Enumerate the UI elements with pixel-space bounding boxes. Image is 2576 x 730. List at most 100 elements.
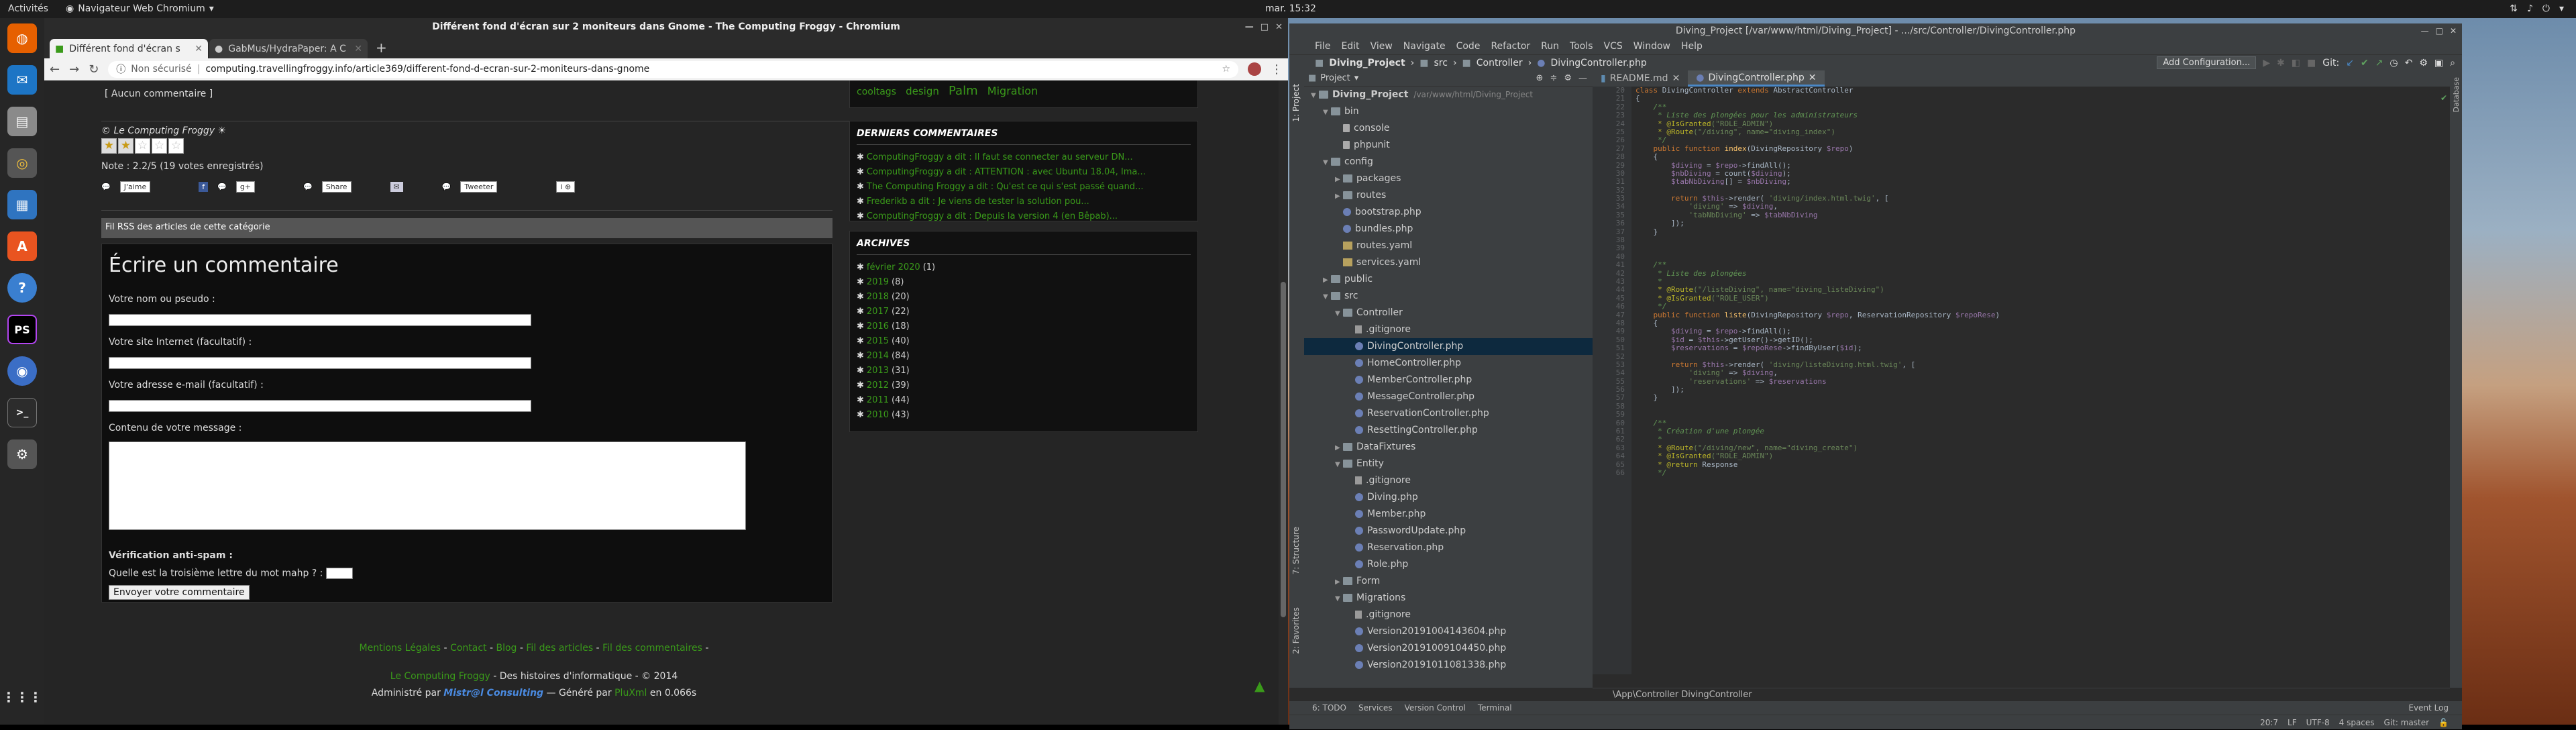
- project-view-selector[interactable]: Project: [1320, 73, 1350, 83]
- event-log-tab[interactable]: Event Log: [2408, 701, 2462, 715]
- chevron-down-icon[interactable]: ▼: [1335, 456, 1343, 473]
- minimize-icon[interactable]: —: [2421, 23, 2429, 38]
- tree-item[interactable]: ▶ public: [1304, 271, 1593, 288]
- comment-item[interactable]: ✱ ComputingFroggy a dit : Depuis la versi…: [857, 209, 1191, 224]
- app-menu[interactable]: ◉ Navigateur Web Chromium ▾: [66, 3, 214, 14]
- breadcrumb-item[interactable]: DivingController.php: [1550, 58, 1646, 68]
- tree-item[interactable]: ▼ bin: [1304, 103, 1593, 120]
- archive-link[interactable]: 2010: [867, 410, 889, 420]
- google-plus-button[interactable]: g+: [235, 181, 256, 193]
- tab-active[interactable]: ■ Différent fond d'écran s ✕: [50, 39, 208, 58]
- code-breadcrumb[interactable]: \App\Controller DivingController: [1593, 688, 2450, 701]
- ide-title-bar[interactable]: Diving_Project [/var/www/html/Diving_Pro…: [1289, 23, 2462, 38]
- comment-link[interactable]: The Computing Froggy a dit : Qu'est ce q…: [867, 182, 1144, 192]
- archive-item[interactable]: ✱ 2010 (43): [857, 408, 1191, 423]
- show-apps-icon[interactable]: ⋮⋮⋮: [2, 682, 42, 712]
- locate-icon[interactable]: ⊕: [1536, 73, 1544, 83]
- phpstorm-icon[interactable]: PS: [7, 315, 37, 344]
- archive-link[interactable]: 2013: [867, 366, 889, 376]
- rss-link[interactable]: Fil RSS des articles de cette catégorie: [101, 218, 833, 238]
- tree-item[interactable]: ▼ Migrations: [1304, 590, 1593, 607]
- antispam-input[interactable]: [325, 568, 353, 579]
- breadcrumb-item[interactable]: Controller: [1477, 58, 1523, 68]
- hide-icon[interactable]: —: [1578, 73, 1587, 83]
- name-input[interactable]: [109, 314, 531, 326]
- archive-link[interactable]: 2015: [867, 336, 889, 346]
- editor-tab-readme[interactable]: ▮ README.md ✕: [1593, 70, 1688, 87]
- code-area[interactable]: class DivingController extends AbstractC…: [1635, 87, 2440, 674]
- new-tab-button[interactable]: +: [369, 40, 394, 58]
- scrollbar-thumb[interactable]: [1281, 282, 1286, 617]
- tree-item[interactable]: Version20191004143604.php: [1304, 623, 1593, 640]
- thunderbird-icon[interactable]: ✉: [7, 65, 37, 95]
- chromium-icon[interactable]: ◉: [7, 356, 37, 386]
- close-icon[interactable]: ✕: [2450, 23, 2457, 38]
- terminal-icon[interactable]: >_: [7, 398, 37, 427]
- comment-item[interactable]: ✱ ComputingFroggy a dit : ATTENTION : ave…: [857, 165, 1191, 180]
- url-input[interactable]: ⓘ Non sécurisé | computing.travellingfro…: [108, 60, 1238, 78]
- chevron-right-icon[interactable]: ▶: [1335, 188, 1343, 205]
- tree-item[interactable]: ▼ Entity: [1304, 456, 1593, 472]
- chevron-right-icon[interactable]: ▶: [1335, 171, 1343, 188]
- tree-item[interactable]: phpunit: [1304, 137, 1593, 154]
- archive-item[interactable]: ✱ 2018 (20): [857, 290, 1191, 305]
- history-icon[interactable]: ◷: [2390, 58, 2398, 68]
- menu-help[interactable]: Help: [1681, 41, 1703, 52]
- menu-run[interactable]: Run: [1541, 41, 1559, 52]
- tree-item[interactable]: .gitignore: [1304, 472, 1593, 489]
- close-tab-icon[interactable]: ✕: [354, 44, 362, 54]
- files-icon[interactable]: ▤: [7, 107, 37, 136]
- footer-link[interactable]: Blog: [496, 643, 517, 654]
- tag-link[interactable]: Migration: [987, 85, 1038, 97]
- archive-link[interactable]: 2019: [867, 277, 889, 287]
- tab-inactive[interactable]: ● GabMus/HydraPaper: A C ✕: [209, 39, 368, 58]
- star-icon-empty[interactable]: ☆: [152, 138, 167, 154]
- tree-item[interactable]: Version20191011081338.php: [1304, 657, 1593, 674]
- tree-item[interactable]: bundles.php: [1304, 221, 1593, 238]
- message-textarea[interactable]: [109, 441, 746, 530]
- favorites-tool-tab[interactable]: 2: Favorites: [1291, 607, 1301, 654]
- inspection-ok-icon[interactable]: ✔: [2440, 93, 2447, 103]
- star-icon-empty[interactable]: ☆: [168, 138, 184, 154]
- tree-item[interactable]: Role.php: [1304, 556, 1593, 573]
- indent-setting[interactable]: 4 spaces: [2339, 715, 2375, 729]
- tag-link[interactable]: cooltags: [857, 87, 896, 97]
- lock-icon[interactable]: 🔓: [2438, 715, 2449, 729]
- editor-tab-divingcontroller[interactable]: ● DivingController.php ✕: [1688, 70, 1825, 87]
- chevron-right-icon[interactable]: ▶: [1323, 272, 1331, 289]
- comment-item[interactable]: ✱ ComputingFroggy a dit : Il faut se conn…: [857, 150, 1191, 165]
- menu-edit[interactable]: Edit: [1341, 41, 1359, 52]
- close-icon[interactable]: ✕: [1275, 18, 1283, 36]
- close-tab-icon[interactable]: ✕: [1809, 72, 1817, 83]
- tree-item[interactable]: DivingController.php: [1304, 338, 1593, 355]
- settings-icon[interactable]: ⚙: [1564, 73, 1572, 83]
- tree-item[interactable]: .gitignore: [1304, 607, 1593, 623]
- submit-comment-button[interactable]: Envoyer votre commentaire: [109, 585, 250, 600]
- project-tool-tab[interactable]: 1: Project: [1291, 84, 1301, 122]
- back-icon[interactable]: ←: [50, 62, 60, 76]
- run-icon[interactable]: ▶: [2263, 58, 2270, 68]
- chevron-down-icon[interactable]: ▼: [1323, 289, 1331, 305]
- todo-tab[interactable]: 6: TODO: [1312, 701, 1346, 715]
- vcs-push-icon[interactable]: ↗: [2375, 58, 2383, 68]
- email-input[interactable]: [109, 400, 531, 412]
- tree-item[interactable]: HomeController.php: [1304, 355, 1593, 372]
- archive-link[interactable]: 2014: [867, 351, 889, 361]
- tree-item[interactable]: ReservationController.php: [1304, 405, 1593, 422]
- footer-link[interactable]: Fil des commentaires: [602, 643, 702, 654]
- archive-link[interactable]: 2011: [867, 395, 889, 405]
- file-encoding[interactable]: UTF-8: [2306, 715, 2330, 729]
- engine-link[interactable]: PluXml: [614, 688, 647, 698]
- comment-item[interactable]: ✱ Frederikb a dit : Je viens de tester la…: [857, 195, 1191, 209]
- archive-link[interactable]: 2018: [867, 292, 889, 302]
- tree-item[interactable]: bootstrap.php: [1304, 204, 1593, 221]
- close-tab-icon[interactable]: ✕: [195, 44, 203, 54]
- chevron-down-icon[interactable]: ▼: [1323, 104, 1331, 121]
- chevron-down-icon[interactable]: ▼: [1335, 305, 1343, 322]
- help-icon[interactable]: ?: [7, 273, 37, 303]
- chevron-right-icon[interactable]: ▶: [1335, 439, 1343, 456]
- archive-item[interactable]: ✱ 2017 (22): [857, 305, 1191, 319]
- line-separator[interactable]: LF: [2288, 715, 2297, 729]
- firefox-icon[interactable]: ◍: [7, 23, 37, 53]
- software-center-icon[interactable]: A: [7, 231, 37, 261]
